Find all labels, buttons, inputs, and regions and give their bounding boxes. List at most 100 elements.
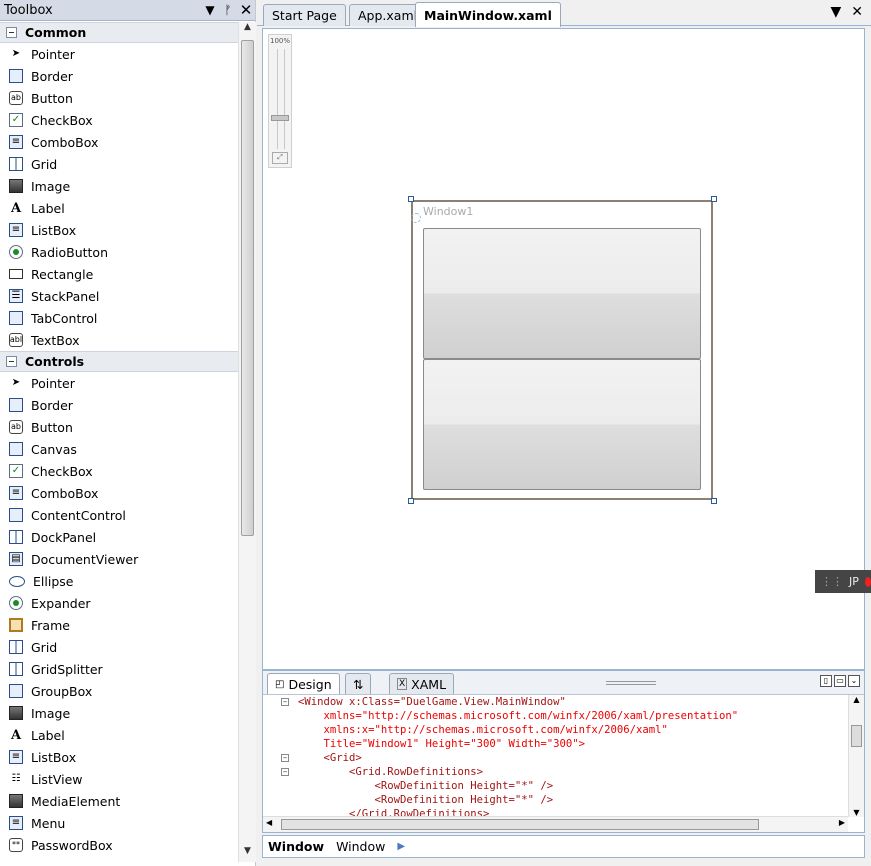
code-line[interactable]: − <Grid> <box>263 751 848 765</box>
zoom-track[interactable] <box>277 49 285 149</box>
scroll-down-icon[interactable]: ▼ <box>239 846 256 862</box>
fold-icon[interactable]: − <box>281 698 289 706</box>
toolbox-item-ellipse[interactable]: Ellipse <box>0 570 238 592</box>
toolbox-item-tabcontrol[interactable]: TabControl <box>0 307 238 329</box>
scroll-left-icon[interactable]: ◀ <box>266 818 272 827</box>
fold-icon[interactable]: − <box>281 754 289 762</box>
code-line[interactable]: − <Window x:Class="DuelGame.View.MainWind… <box>263 695 848 709</box>
collapse-icon[interactable] <box>6 27 17 38</box>
toolbox-item-listview[interactable]: ☷ ListView <box>0 768 238 790</box>
toolbox-item-stackpanel[interactable]: ☰ StackPanel <box>0 285 238 307</box>
scroll-down-icon[interactable]: ▼ <box>849 808 864 817</box>
grid-adorner-icon[interactable] <box>411 213 421 223</box>
breadcrumb-element[interactable]: Window <box>268 839 324 854</box>
scroll-thumb[interactable] <box>851 725 862 747</box>
resize-handle-tl[interactable] <box>408 196 414 202</box>
toolbox-item-checkbox[interactable]: ✓ CheckBox <box>0 109 238 131</box>
toolbox-item-combobox[interactable]: ≡ ComboBox <box>0 482 238 504</box>
breadcrumb-arrow-icon[interactable]: ▶ <box>397 841 405 852</box>
breadcrumb-name[interactable]: Window <box>336 839 385 854</box>
toolbox-item-label[interactable]: A Label <box>0 724 238 746</box>
button-icon: ab <box>9 420 23 434</box>
zoom-knob[interactable] <box>271 115 289 121</box>
toolbox-scrollbar[interactable]: ▲ ▼ <box>238 22 256 862</box>
code-line[interactable]: <RowDefinition Height="*" /> <box>263 779 848 793</box>
dropdown-icon[interactable]: ▼ <box>201 3 219 17</box>
toolbox-item-button[interactable]: ab Button <box>0 87 238 109</box>
tab-dropdown-icon[interactable]: ▼ <box>830 4 841 20</box>
toolbox-item-radiobutton[interactable]: RadioButton <box>0 241 238 263</box>
scroll-up-icon[interactable]: ▲ <box>849 695 864 704</box>
scroll-thumb[interactable] <box>281 819 759 830</box>
toolbox-item-groupbox[interactable]: GroupBox <box>0 680 238 702</box>
toolbox-item-label[interactable]: A Label <box>0 197 238 219</box>
splitter-grip[interactable] <box>606 681 656 685</box>
fit-to-window-icon[interactable]: ⤢ <box>272 152 288 164</box>
toolbox-item-border[interactable]: Border <box>0 394 238 416</box>
code-line[interactable]: xmlns:x="http://schemas.microsoft.com/wi… <box>263 723 848 737</box>
grid-row-1[interactable] <box>423 228 701 359</box>
editor-vertical-scrollbar[interactable]: ▲ ▼ <box>848 695 864 817</box>
ime-status-icon[interactable] <box>864 576 871 587</box>
ime-language-bar[interactable]: ⋮⋮ JP <box>815 570 871 593</box>
editor-horizontal-scrollbar[interactable]: ◀ ▶ <box>263 816 848 832</box>
toolbox-item-checkbox[interactable]: ✓ CheckBox <box>0 460 238 482</box>
toolbox-item-frame[interactable]: Frame <box>0 614 238 636</box>
resize-handle-br[interactable] <box>711 498 717 504</box>
toolbox-item-grid[interactable]: Grid <box>0 636 238 658</box>
code-line[interactable]: xmlns="http://schemas.microsoft.com/winf… <box>263 709 848 723</box>
toolbox-item-listbox[interactable]: ≡ ListBox <box>0 746 238 768</box>
tab-start-page[interactable]: Start Page <box>263 4 346 26</box>
close-document-icon[interactable]: ✕ <box>851 4 863 20</box>
toolbox-category-common[interactable]: Common <box>0 22 238 43</box>
resize-handle-tr[interactable] <box>711 196 717 202</box>
toolbox-item-pointer[interactable]: ➤ Pointer <box>0 43 238 65</box>
zoom-slider[interactable]: 100% ⤢ <box>268 34 292 168</box>
toolbox-item-listbox[interactable]: ≡ ListBox <box>0 219 238 241</box>
toolbox-item-border[interactable]: Border <box>0 65 238 87</box>
toolbox-item-canvas[interactable]: Canvas <box>0 438 238 460</box>
close-icon[interactable]: ✕ <box>237 1 255 19</box>
scroll-thumb[interactable] <box>241 40 254 536</box>
horizontal-split-icon[interactable]: ▭ <box>834 675 846 687</box>
collapse-icon[interactable] <box>6 356 17 367</box>
tab-design[interactable]: ◰ Design <box>267 673 340 694</box>
tab-xaml[interactable]: X XAML <box>389 673 455 694</box>
resize-handle-bl[interactable] <box>408 498 414 504</box>
xaml-icon: X <box>397 678 408 690</box>
collapse-pane-icon[interactable]: ⌄ <box>848 675 860 687</box>
vertical-split-icon[interactable]: ▯ <box>820 675 832 687</box>
toolbox-item-combobox[interactable]: ≡ ComboBox <box>0 131 238 153</box>
tab-mainwindow-xaml[interactable]: MainWindow.xaml <box>415 2 561 27</box>
toolbox-item-image[interactable]: Image <box>0 702 238 724</box>
toolbox-item-expander[interactable]: Expander <box>0 592 238 614</box>
scroll-right-icon[interactable]: ▶ <box>839 818 845 827</box>
toolbox-category-controls[interactable]: Controls <box>0 351 238 372</box>
grid-row-2[interactable] <box>423 359 701 490</box>
pin-icon[interactable]: ᚠ <box>219 3 237 17</box>
toolbox-item-grid[interactable]: Grid <box>0 153 238 175</box>
toolbox-item-menu[interactable]: ≡ Menu <box>0 812 238 834</box>
code-line[interactable]: − <Grid.RowDefinitions> <box>263 765 848 779</box>
toolbox-item-dockpanel[interactable]: DockPanel <box>0 526 238 548</box>
design-surface[interactable]: 100% ⤢ Window1 <box>262 28 865 670</box>
fold-icon[interactable]: − <box>281 768 289 776</box>
toolbox-item-textbox[interactable]: abl TextBox <box>0 329 238 351</box>
swap-panes-button[interactable]: ⇅ <box>345 673 372 694</box>
toolbox-item-contentcontrol[interactable]: ContentControl <box>0 504 238 526</box>
image-icon <box>9 179 23 193</box>
code-line[interactable]: <RowDefinition Height="*" /> <box>263 793 848 807</box>
toolbox-item-passwordbox[interactable]: ** PasswordBox <box>0 834 238 856</box>
scroll-up-icon[interactable]: ▲ <box>239 22 256 38</box>
window1-designer[interactable]: Window1 <box>411 200 713 500</box>
toolbox-item-gridsplitter[interactable]: GridSplitter <box>0 658 238 680</box>
toolbox-item-image[interactable]: Image <box>0 175 238 197</box>
toolbox-item-rectangle[interactable]: Rectangle <box>0 263 238 285</box>
toolbox-item-mediaelement[interactable]: MediaElement <box>0 790 238 812</box>
listview-icon: ☷ <box>11 773 21 784</box>
toolbox-item-pointer[interactable]: ➤ Pointer <box>0 372 238 394</box>
xaml-editor[interactable]: − <Window x:Class="DuelGame.View.MainWind… <box>263 695 848 817</box>
toolbox-item-documentviewer[interactable]: ▤ DocumentViewer <box>0 548 238 570</box>
toolbox-item-button[interactable]: ab Button <box>0 416 238 438</box>
code-line[interactable]: Title="Window1" Height="300" Width="300"… <box>263 737 848 751</box>
